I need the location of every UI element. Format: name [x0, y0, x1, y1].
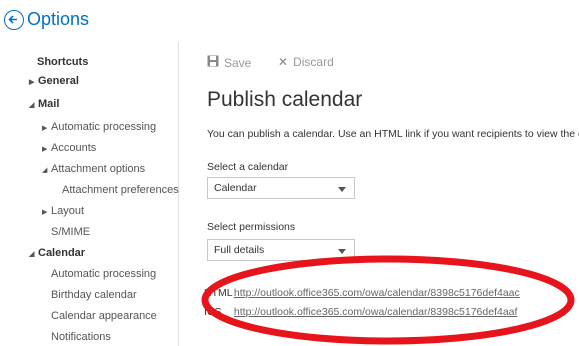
sidebar-item-notifications[interactable]: Notifications [51, 330, 111, 344]
sidebar-item-general[interactable]: ▶ General [29, 74, 79, 90]
select-calendar-label: Select a calendar [207, 161, 289, 173]
select-permissions-label: Select permissions [207, 221, 296, 233]
sidebar-item-smime[interactable]: S/MIME [51, 225, 90, 239]
calendar-select[interactable]: Calendar [207, 177, 355, 199]
collapse-arrow-icon: ◢ [42, 167, 48, 174]
sidebar-item-calendar-appearance[interactable]: Calendar appearance [51, 309, 157, 323]
save-icon [207, 55, 219, 70]
chevron-down-icon [338, 249, 346, 254]
permissions-select[interactable]: Full details [207, 239, 355, 261]
sidebar-item-cal-automatic-processing[interactable]: Automatic processing [51, 267, 156, 281]
sidebar-item-birthday-calendar[interactable]: Birthday calendar [51, 288, 137, 302]
main-content: Save ✕ Discard Publish calendar You can … [180, 42, 579, 346]
html-tag: HTML [204, 287, 233, 299]
collapse-arrow-icon: ◢ [29, 251, 35, 258]
sidebar-item-attachment-options[interactable]: ◢ Attachment options [42, 162, 145, 178]
header: Options [4, 9, 89, 30]
html-link[interactable]: http://outlook.office365.com/owa/calenda… [234, 287, 520, 299]
expand-arrow-icon: ▶ [42, 125, 48, 132]
sidebar-item-attachment-preferences[interactable]: Attachment preferences [62, 183, 179, 197]
sidebar-item-mail[interactable]: ◢ Mail [29, 97, 59, 113]
sidebar-item-calendar[interactable]: ◢ Calendar [29, 246, 85, 262]
description-text: You can publish a calendar. Use an HTML … [207, 128, 579, 140]
close-icon: ✕ [278, 55, 289, 69]
sidebar: Shortcuts ▶ General ◢ Mail ▶ Automatic proc… [0, 42, 179, 346]
save-button[interactable]: Save [207, 55, 251, 70]
permissions-select-value: Full details [214, 244, 265, 256]
collapse-arrow-icon: ◢ [29, 102, 35, 109]
back-arrow-icon[interactable] [4, 9, 24, 30]
discard-button[interactable]: ✕ Discard [278, 55, 334, 69]
html-link-row: HTML http://outlook.office365.com/owa/ca… [204, 287, 520, 299]
sidebar-item-shortcuts[interactable]: Shortcuts [37, 55, 88, 69]
expand-arrow-icon: ▶ [29, 79, 35, 86]
expand-arrow-icon: ▶ [42, 146, 48, 153]
ics-link[interactable]: http://outlook.office365.com/owa/calenda… [234, 306, 518, 318]
chevron-down-icon [338, 187, 346, 192]
sidebar-item-automatic-processing[interactable]: ▶ Automatic processing [42, 120, 156, 136]
ics-tag: ICS [204, 306, 222, 318]
expand-arrow-icon: ▶ [42, 209, 48, 216]
section-title: Publish calendar [207, 88, 363, 111]
calendar-select-value: Calendar [214, 182, 257, 194]
page-title: Options [27, 9, 90, 29]
ics-link-row: ICS http://outlook.office365.com/owa/cal… [204, 306, 517, 318]
sidebar-item-layout[interactable]: ▶ Layout [42, 204, 84, 220]
sidebar-item-accounts[interactable]: ▶ Accounts [42, 141, 96, 157]
